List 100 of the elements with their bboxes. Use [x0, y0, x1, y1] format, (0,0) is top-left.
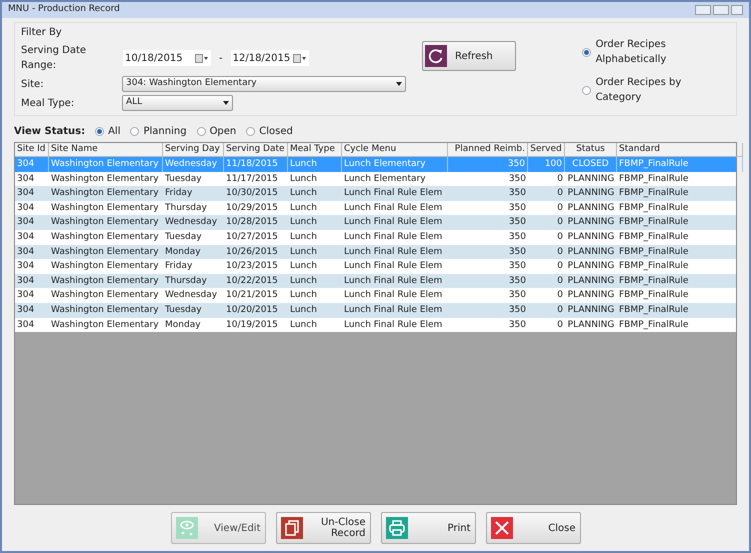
table-cell-text: 350	[508, 246, 527, 259]
table-cell-text: Washington Elementary	[50, 304, 160, 317]
table-cell-text: 10/20/2015	[225, 304, 279, 317]
eye-icon	[176, 517, 198, 539]
table-cell-text: Washington Elementary	[50, 202, 160, 215]
action-button[interactable]: Un-Close Record	[276, 512, 370, 544]
table-row[interactable]: 304 Washington Elementary Friday 10/30/2015 Lunch Lunch Final Rule Elem 350 0 PLANNING FBMP_FinalRule	[15, 186, 736, 201]
table-cell-text: FBMP_FinalRule	[618, 246, 690, 259]
close-icon	[490, 517, 512, 539]
radio-button[interactable]	[246, 126, 256, 136]
table-cell-text: 10/19/2015	[225, 318, 279, 332]
window-title: MNU - Production Record	[8, 3, 121, 16]
table-cell-text: 304	[16, 230, 36, 244]
dropdown-arrow-icon	[223, 101, 229, 105]
table-cell-text: Lunch	[289, 187, 318, 200]
site-dropdown[interactable]: 304: Washington Elementary	[122, 76, 406, 92]
table-cell-text: Lunch	[289, 216, 318, 230]
table-row[interactable]: 304 Washington Elementary Thursday 10/29/2015 Lunch Lunch Final Rule Elem 350 0 PLANNING FBMP_FinalRule	[15, 200, 736, 216]
table-cell-text: FBMP_FinalRule	[618, 260, 690, 274]
calendar-icon[interactable]	[292, 54, 307, 62]
table-row[interactable]: 304 Washington Elementary Thursday 10/22/2015 Lunch Lunch Final Rule Elem 350 0 PLANNING FBMP_FinalRule	[15, 274, 736, 288]
table-row[interactable]: 304 Washington Elementary Tuesday 11/17/2015 Lunch Lunch Elementary 350 0 PLANNING FBMP_FinalRule	[15, 172, 736, 186]
table-cell-text: PLANNING	[566, 202, 616, 215]
table-cell-text: 350	[508, 274, 527, 288]
table-cell-text: 0	[556, 202, 564, 215]
meal-type-dropdown[interactable]: ALL	[122, 95, 233, 111]
table-cell-text: 0	[556, 172, 564, 186]
table-row[interactable]: 304 Washington Elementary Tuesday 10/20/2015 Lunch Lunch Final Rule Elem 350 0 PLANNING FBMP_FinalRule	[15, 302, 736, 318]
table-cell-text: PLANNING	[566, 230, 616, 244]
action-button[interactable]: Print	[380, 512, 476, 544]
table-cell-text: Lunch Final Rule Elem	[343, 202, 444, 215]
radio-button[interactable]	[196, 126, 206, 136]
calendar-icon[interactable]	[195, 54, 209, 62]
table-cell-text: Thursday	[164, 202, 208, 215]
action-button[interactable]: Close	[486, 512, 580, 544]
table-cell-text: FBMP_FinalRule	[618, 187, 690, 200]
table-cell-text: 350	[508, 318, 527, 332]
table-cell-text: FBMP_FinalRule	[618, 304, 690, 317]
table-cell-text: Friday	[164, 260, 194, 274]
table-row[interactable]: 304 Washington Elementary Wednesday 10/28/2015 Lunch Lunch Final Rule Elem 350 0 PLANNING FBMP_FinalRule	[15, 215, 736, 230]
table-cell-text: 304	[16, 172, 36, 186]
table-cell-text: 0	[556, 304, 564, 317]
table-cell-text: Lunch Final Rule Elem	[343, 216, 444, 230]
table-cell-text: PLANNING	[566, 260, 616, 274]
table-cell-text: 10/29/2015	[225, 202, 279, 215]
table-cell-text: 0	[556, 187, 564, 200]
table-cell-text: Lunch	[289, 274, 318, 288]
table-cell-text: PLANNING	[566, 172, 616, 186]
table-cell-text: 0	[556, 289, 564, 302]
view-status-option: Planning	[143, 124, 187, 138]
printer-icon	[386, 517, 408, 539]
table-cell-text: Tuesday	[164, 230, 203, 244]
table-cell-text: 350	[508, 187, 527, 200]
table-cell-text: Lunch Final Rule Elem	[343, 187, 444, 200]
view-status-label: View Status:	[14, 124, 86, 138]
table-cell-text: Lunch Elementary	[343, 172, 427, 186]
table-cell-text: Thursday	[164, 274, 208, 288]
table-row[interactable]: 304 Washington Elementary Monday 10/19/2015 Lunch Lunch Final Rule Elem 350 0 PLANNING FBMP_FinalRule	[15, 318, 736, 332]
table-cell-text: 304	[16, 246, 36, 259]
table-cell-text: Tuesday	[164, 304, 203, 317]
table-cell-text: 304	[16, 202, 36, 215]
date-separator: -	[219, 52, 223, 66]
table-cell-text: PLANNING	[566, 274, 616, 288]
radio-button[interactable]	[95, 126, 104, 136]
dropdown-arrow-icon	[396, 82, 402, 86]
table-cell-text: 350	[508, 216, 527, 230]
view-status-option: Closed	[259, 124, 293, 138]
view-status-option: All	[108, 124, 120, 138]
date-from-field[interactable]: 10/18/2015	[123, 50, 211, 66]
table-row[interactable]: 304 Washington Elementary Friday 10/23/2015 Lunch Lunch Final Rule Elem 350 0 PLANNING FBMP_FinalRule	[15, 259, 736, 274]
minimize-icon[interactable]	[695, 5, 711, 15]
table-cell-text: 10/23/2015	[225, 260, 279, 274]
table-cell-text: FBMP_FinalRule	[618, 230, 690, 244]
table-cell-text: 350	[508, 260, 527, 274]
table-cell-text: 11/17/2015	[225, 172, 279, 186]
radio-button[interactable]	[582, 48, 591, 56]
table-cell-text: FBMP_FinalRule	[618, 202, 690, 215]
view-status-option: Open	[210, 124, 236, 138]
radio-button[interactable]	[130, 126, 140, 136]
table-cell-text: Lunch Final Rule Elem	[343, 246, 444, 259]
table-row[interactable]: 304 Washington Elementary Wednesday 10/21/2015 Lunch Lunch Final Rule Elem 350 0 PLANNING FBMP_FinalRule	[15, 288, 736, 303]
order-option-label: Order Recipes Alphabetically	[596, 38, 668, 67]
table-cell-text: 350	[508, 304, 527, 317]
table-cell-text: 304	[16, 318, 36, 332]
table-cell-text: Lunch Final Rule Elem	[343, 274, 444, 288]
refresh-button[interactable]: Refresh	[422, 41, 516, 71]
radio-button[interactable]	[582, 86, 591, 94]
table-row[interactable]: 304 Washington Elementary Monday 10/26/2015 Lunch Lunch Final Rule Elem 350 0 PLANNING FBMP_FinalRule	[15, 244, 736, 260]
table-row[interactable]: 304 Washington Elementary Tuesday 10/27/2015 Lunch Lunch Final Rule Elem 350 0 PLANNING FBMP_FinalRule	[15, 230, 736, 245]
table-cell-text: FBMP_FinalRule	[618, 216, 690, 230]
close-window-icon[interactable]	[731, 5, 743, 15]
table-cell-text: Washington Elementary	[50, 260, 160, 274]
maximize-icon[interactable]	[713, 5, 729, 15]
table-cell-text: FBMP_FinalRule	[618, 274, 690, 288]
table-cell-text: 10/28/2015	[225, 216, 279, 230]
table-cell-text: 0	[556, 216, 564, 230]
table-cell-text: Monday	[164, 318, 202, 332]
order-option-label: Order Recipes by Category	[596, 76, 682, 105]
date-to-field[interactable]: 12/18/2015	[230, 50, 309, 66]
table-cell-text: Lunch	[289, 246, 318, 259]
